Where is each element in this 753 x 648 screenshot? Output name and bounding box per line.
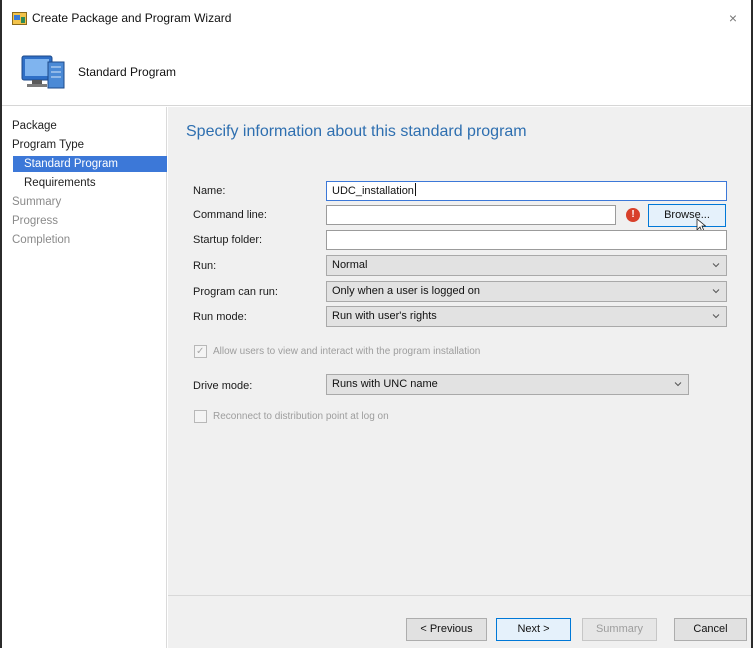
drive-mode-label: Drive mode:	[193, 380, 253, 392]
summary-button: Summary	[582, 618, 657, 641]
command-line-label: Command line:	[193, 209, 267, 221]
run-mode-value: Run with user's rights	[332, 310, 437, 322]
close-icon[interactable]: ×	[719, 6, 747, 30]
next-button[interactable]: Next >	[496, 618, 571, 641]
chevron-down-icon	[712, 289, 720, 294]
sidebar-item-requirements[interactable]: Requirements	[24, 175, 96, 191]
browse-button[interactable]: Browse...	[648, 204, 726, 227]
error-icon: !	[626, 208, 640, 222]
drive-mode-value: Runs with UNC name	[332, 378, 438, 390]
program-can-run-dropdown[interactable]: Only when a user is logged on	[326, 281, 727, 302]
previous-button[interactable]: < Previous	[406, 618, 487, 641]
startup-folder-label: Startup folder:	[193, 234, 263, 246]
checkmark-icon: ✓	[196, 346, 205, 357]
sidebar-item-progress: Progress	[12, 215, 59, 227]
wizard-window: Create Package and Program Wizard × Stan…	[0, 0, 753, 648]
title-bar: Create Package and Program Wizard ×	[2, 0, 751, 34]
wizard-app-icon	[12, 12, 27, 25]
run-dropdown-value: Normal	[332, 259, 368, 271]
sidebar-item-summary: Summary	[12, 196, 62, 208]
cancel-button[interactable]: Cancel	[674, 618, 747, 641]
window-title: Create Package and Program Wizard	[32, 11, 232, 25]
chevron-down-icon	[712, 263, 720, 268]
footer-divider	[168, 595, 751, 596]
allow-users-label: Allow users to view and interact with th…	[213, 346, 481, 357]
chevron-down-icon	[712, 314, 720, 319]
run-label: Run:	[193, 260, 217, 272]
reconnect-label: Reconnect to distribution point at log o…	[213, 411, 389, 422]
sidebar-item-standard-program[interactable]: Standard Program	[13, 156, 167, 172]
wizard-header: Standard Program	[2, 34, 751, 106]
sidebar-item-completion: Completion	[12, 234, 71, 246]
page-heading: Specify information about this standard …	[186, 123, 527, 140]
startup-folder-input[interactable]	[326, 230, 727, 250]
name-input-value: UDC_installation	[332, 185, 414, 197]
program-can-run-label: Program can run:	[193, 286, 278, 298]
chevron-down-icon	[674, 382, 682, 387]
computer-package-icon	[21, 55, 65, 89]
reconnect-checkbox[interactable]	[194, 410, 207, 423]
name-label: Name:	[193, 185, 226, 197]
sidebar-item-program-type[interactable]: Program Type	[12, 137, 84, 153]
sidebar-item-package[interactable]: Package	[12, 118, 57, 134]
text-caret	[414, 183, 416, 196]
run-mode-dropdown[interactable]: Run with user's rights	[326, 306, 727, 327]
program-can-run-value: Only when a user is logged on	[332, 285, 480, 297]
allow-users-checkbox[interactable]: ✓	[194, 345, 207, 358]
command-line-input[interactable]	[326, 205, 616, 225]
wizard-steps-sidebar: Package Program Type Standard Program Re…	[2, 107, 167, 648]
name-input[interactable]: UDC_installation	[326, 181, 727, 201]
run-dropdown[interactable]: Normal	[326, 255, 727, 276]
drive-mode-dropdown[interactable]: Runs with UNC name	[326, 374, 689, 395]
header-title: Standard Program	[78, 65, 177, 79]
wizard-content: Specify information about this standard …	[168, 107, 751, 648]
run-mode-label: Run mode:	[193, 311, 247, 323]
